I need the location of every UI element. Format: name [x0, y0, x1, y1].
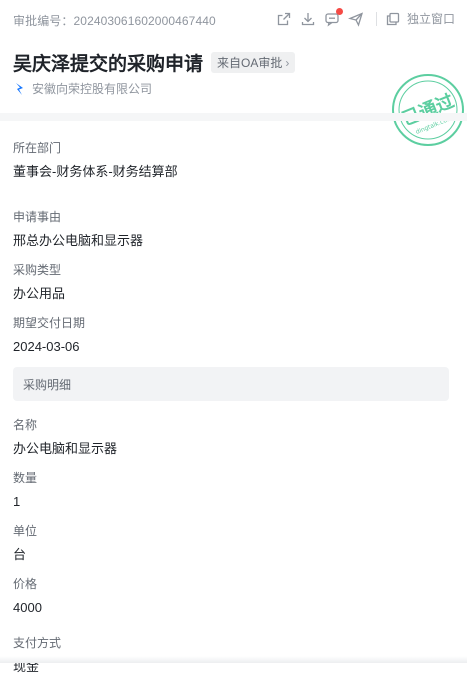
company-info: 安徽向荣控股有限公司 [15, 80, 152, 97]
field-quantity: 数量 1 [13, 470, 453, 511]
field-delivery-date: 期望交付日期 2024-03-06 [13, 315, 453, 356]
approval-serial: 审批编号：202403061602000467440 [13, 12, 216, 29]
field-purchase-type: 采购类型 办公用品 [13, 262, 453, 303]
standalone-window-label: 独立窗口 [406, 12, 455, 26]
download-icon[interactable] [300, 11, 316, 27]
field-value: 台 [13, 547, 27, 562]
field-value: 邢总办公电脑和显示器 [13, 233, 144, 248]
field-item-name: 名称 办公电脑和显示器 [13, 417, 453, 458]
field-label: 申请事由 [13, 210, 62, 224]
field-label: 采购类型 [13, 263, 62, 277]
field-value: 董事会-财务体系-财务结算部 [13, 164, 178, 179]
source-tag[interactable]: 来自OA审批 › [211, 52, 296, 73]
field-price: 价格 4000 [13, 576, 453, 617]
field-label: 单位 [13, 524, 38, 538]
field-unit: 单位 台 [13, 523, 453, 564]
approved-stamp: 已通过 dingtalk.com [392, 74, 464, 146]
top-bar: 审批编号：202403061602000467440 独立窗口 [0, 0, 467, 38]
company-logo-icon [16, 82, 23, 95]
window-icon [385, 11, 401, 27]
chevron-right-icon: › [285, 55, 290, 70]
serial-number: 202403061602000467440 [73, 14, 216, 28]
title-row: 吴庆泽提交的采购申请 来自OA审批 › [13, 49, 296, 76]
field-label: 支付方式 [13, 636, 62, 650]
field-label: 期望交付日期 [13, 316, 86, 330]
field-reason: 申请事由 邢总办公电脑和显示器 [13, 209, 453, 250]
detail-group-title: 采购明细 [23, 377, 72, 392]
comment-icon[interactable] [324, 7, 343, 27]
share-icon[interactable] [276, 11, 292, 27]
source-tag-label: 来自OA审批 [217, 56, 283, 70]
field-department: 所在部门 董事会-财务体系-财务结算部 [13, 140, 453, 181]
page-title: 吴庆泽提交的采购申请 [13, 54, 204, 75]
field-value: 4000 [13, 600, 42, 615]
toolbar: 独立窗口 [268, 7, 455, 27]
form-fields: 所在部门 董事会-财务体系-财务结算部 申请事由 邢总办公电脑和显示器 采购类型… [13, 140, 453, 676]
field-value: 2024-03-06 [13, 339, 80, 354]
bottom-edge-shadow [0, 656, 467, 663]
section-divider [0, 113, 467, 121]
field-value: 1 [13, 494, 21, 509]
field-label: 所在部门 [13, 141, 62, 155]
field-label: 价格 [13, 577, 38, 591]
send-icon[interactable] [347, 11, 364, 27]
serial-label: 审批编号： [13, 14, 74, 28]
notification-dot [335, 7, 343, 15]
field-label: 数量 [13, 471, 38, 485]
standalone-window-button[interactable]: 独立窗口 [385, 10, 455, 27]
field-value: 办公用品 [13, 286, 66, 301]
field-value: 办公电脑和显示器 [13, 441, 118, 456]
toolbar-separator [375, 11, 377, 26]
field-label: 名称 [13, 418, 38, 432]
company-name: 安徽向荣控股有限公司 [32, 82, 153, 96]
detail-group-header[interactable]: 采购明细 [13, 367, 449, 401]
